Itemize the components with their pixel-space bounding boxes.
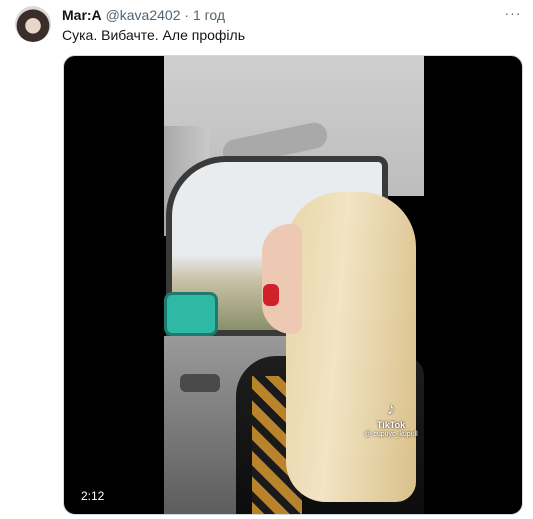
tiktok-watermark: ♪ TikTok @ cupuyc_kupull xyxy=(360,401,422,439)
door-handle xyxy=(180,374,220,392)
timestamp[interactable]: 1 год xyxy=(193,7,225,23)
tiktok-logo-icon: ♪ xyxy=(387,401,395,418)
video-frame: ♪ TikTok @ cupuyc_kupull xyxy=(164,56,424,514)
tweet: Mar:A @kava2402 · 1 год ··· Сука. Вибачт… xyxy=(0,0,533,519)
video-duration: 2:12 xyxy=(76,487,110,505)
hair xyxy=(286,192,416,502)
video-player[interactable]: ♪ TikTok @ cupuyc_kupull 2:12 xyxy=(63,55,523,515)
tiktok-username: @ cupuyc_kupull xyxy=(364,431,418,438)
side-mirror xyxy=(164,292,218,336)
tweet-header: Mar:A @kava2402 · 1 год xyxy=(62,7,225,23)
separator: · xyxy=(184,7,190,23)
more-options-icon[interactable]: ··· xyxy=(503,6,523,22)
tweet-text: Сука. Вибачте. Але профіль xyxy=(62,27,245,43)
author-handle[interactable]: @kava2402 xyxy=(106,7,181,23)
author-name[interactable]: Mar:A xyxy=(62,7,102,23)
tiktok-brand: TikTok xyxy=(376,420,406,430)
face xyxy=(262,224,302,334)
lips xyxy=(263,284,279,306)
avatar[interactable] xyxy=(15,6,51,42)
